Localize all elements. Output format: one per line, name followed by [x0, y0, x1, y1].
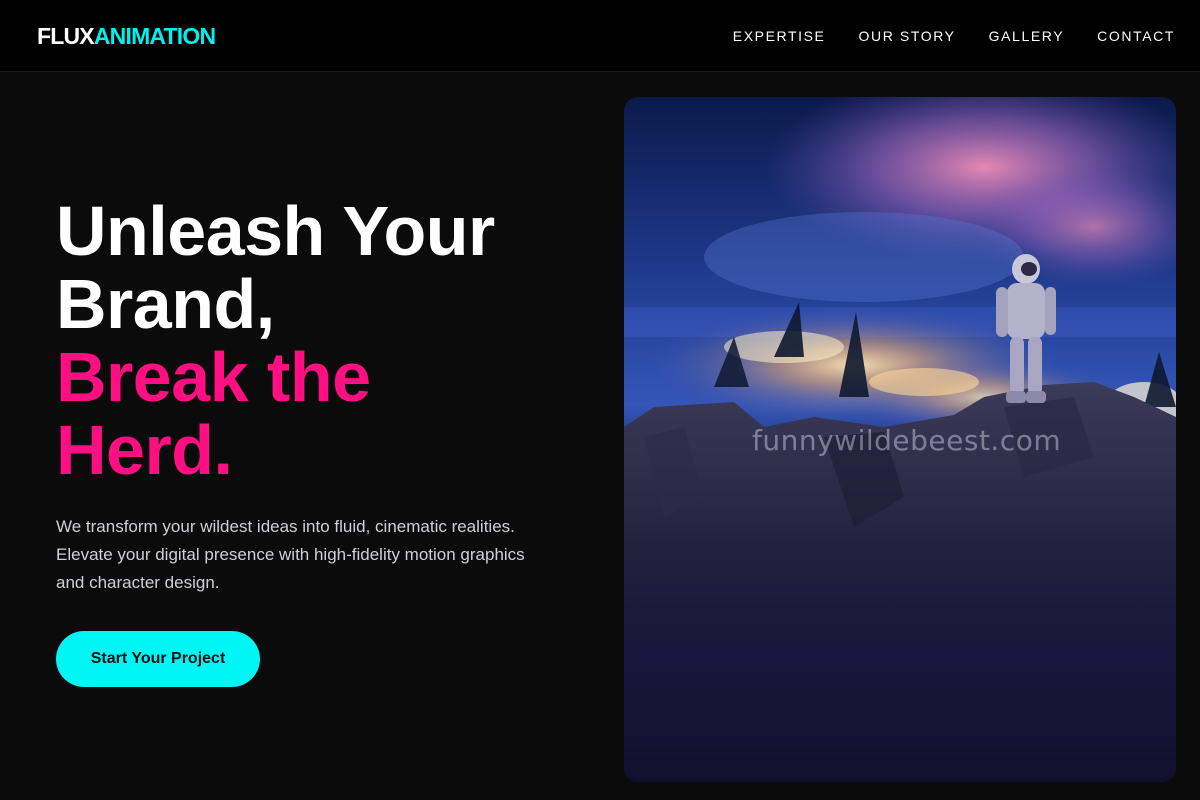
nav-link-contact[interactable]: CONTACT — [1097, 26, 1175, 46]
nav-link-expertise[interactable]: EXPERTISE — [733, 26, 826, 46]
main-nav: EXPERTISE OUR STORY GALLERY CONTACT — [733, 26, 1175, 46]
headline-line-1: Unleash Your — [56, 192, 495, 270]
logo-text-flux: FLUX — [37, 23, 95, 49]
nav-link-our-story[interactable]: OUR STORY — [859, 26, 956, 46]
image-watermark: funnywildebeest.com — [752, 424, 1062, 457]
hero-description: We transform your wildest ideas into flu… — [56, 517, 525, 592]
top-navbar: FLUXANIMATION EXPERTISE OUR STORY GALLER… — [0, 0, 1200, 72]
brand-logo[interactable]: FLUXANIMATION — [37, 22, 216, 50]
headline-highlight-line-1: Break the — [56, 338, 371, 416]
hero-headline: Unleash Your Brand, Break the Herd. — [56, 195, 576, 487]
logo-text-animation: ANIMATION — [93, 23, 216, 49]
hero-section: Unleash Your Brand, Break the Herd. We t… — [56, 195, 576, 687]
nav-link-gallery[interactable]: GALLERY — [989, 26, 1065, 46]
hero-image: funnywildebeest.com — [624, 97, 1176, 782]
start-project-button[interactable]: Start Your Project — [56, 631, 260, 687]
headline-highlight-line-2: Herd. — [56, 411, 233, 489]
headline-line-2: Brand, — [56, 265, 275, 343]
